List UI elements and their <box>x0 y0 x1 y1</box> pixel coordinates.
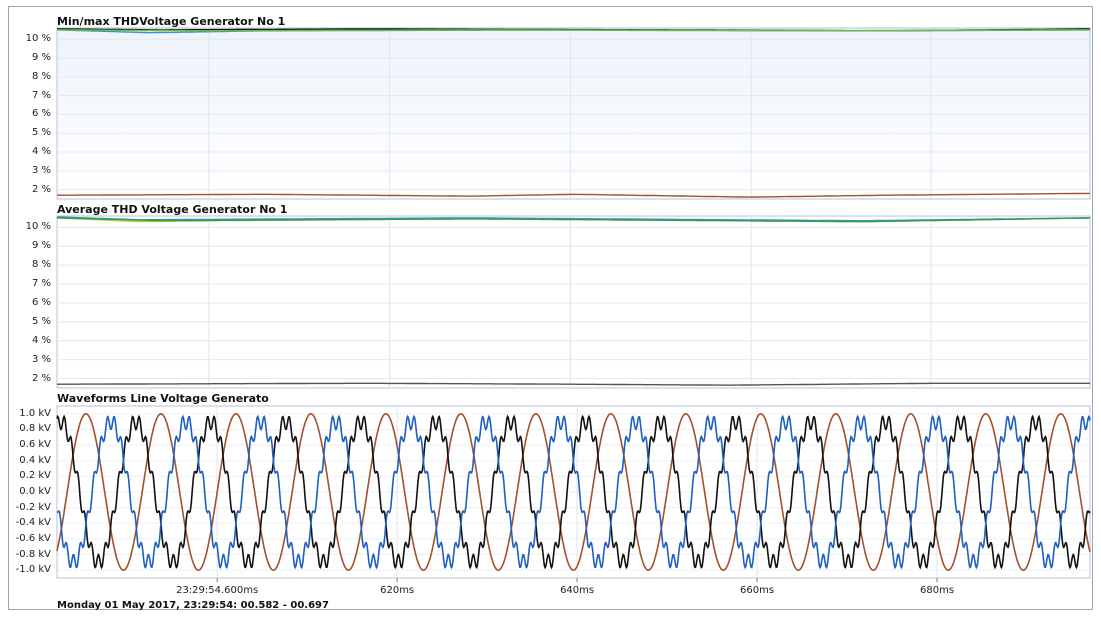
y-tick-label: 10 % <box>25 33 51 45</box>
y-tick-label: 3 % <box>31 164 51 176</box>
y-tick-label: -0.8 kV <box>15 548 51 560</box>
x-tick-label: 620ms <box>380 585 415 596</box>
y-tick-label: 0.0 kV <box>19 486 51 497</box>
y-tick-label: 2 % <box>31 372 51 384</box>
x-tick-label: 23:29:54.600ms <box>176 585 259 596</box>
y-tick-label: -0.2 kV <box>15 501 51 513</box>
y-tick-label: 9 % <box>31 52 51 64</box>
y-tick-label: 1.0 kV <box>19 407 51 419</box>
y-tick-label: 4 % <box>31 146 51 158</box>
y-tick-label: 3 % <box>31 353 51 365</box>
y-tick-label: -1.0 kV <box>15 564 51 576</box>
x-tick-label: 680ms <box>919 585 955 596</box>
y-tick-label: 0.6 kV <box>19 439 51 451</box>
plot-area <box>56 27 1091 582</box>
panel-background <box>56 27 1091 200</box>
y-tick-label: 7 % <box>31 89 51 101</box>
y-tick-label: 6 % <box>31 296 51 308</box>
y-tick-label: 7 % <box>31 278 51 290</box>
y-tick-label: 0.4 kV <box>19 454 51 466</box>
x-tick-label: 660ms <box>740 585 775 596</box>
y-tick-label: 2 % <box>31 183 51 195</box>
y-tick-label: 10 % <box>25 221 51 233</box>
y-tick-label: 5 % <box>31 127 51 139</box>
y-tick-label: 6 % <box>31 108 51 120</box>
y-tick-label: 8 % <box>31 70 51 82</box>
x-tick-label: 640ms <box>560 585 595 596</box>
time-range-footer: Monday 01 May 2017, 23:29:54: 00.582 - 0… <box>57 600 329 611</box>
y-tick-label: 0.8 kV <box>19 423 51 435</box>
y-tick-label: 5 % <box>31 315 51 327</box>
y-tick-label: -0.4 kV <box>15 517 51 529</box>
y-tick-label: 0.2 kV <box>19 470 51 482</box>
panel-background <box>56 215 1091 389</box>
y-tick-label: -0.6 kV <box>15 532 51 544</box>
y-tick-label: 9 % <box>31 240 51 252</box>
y-tick-label: 8 % <box>31 259 51 271</box>
y-tick-label: 4 % <box>31 334 51 346</box>
